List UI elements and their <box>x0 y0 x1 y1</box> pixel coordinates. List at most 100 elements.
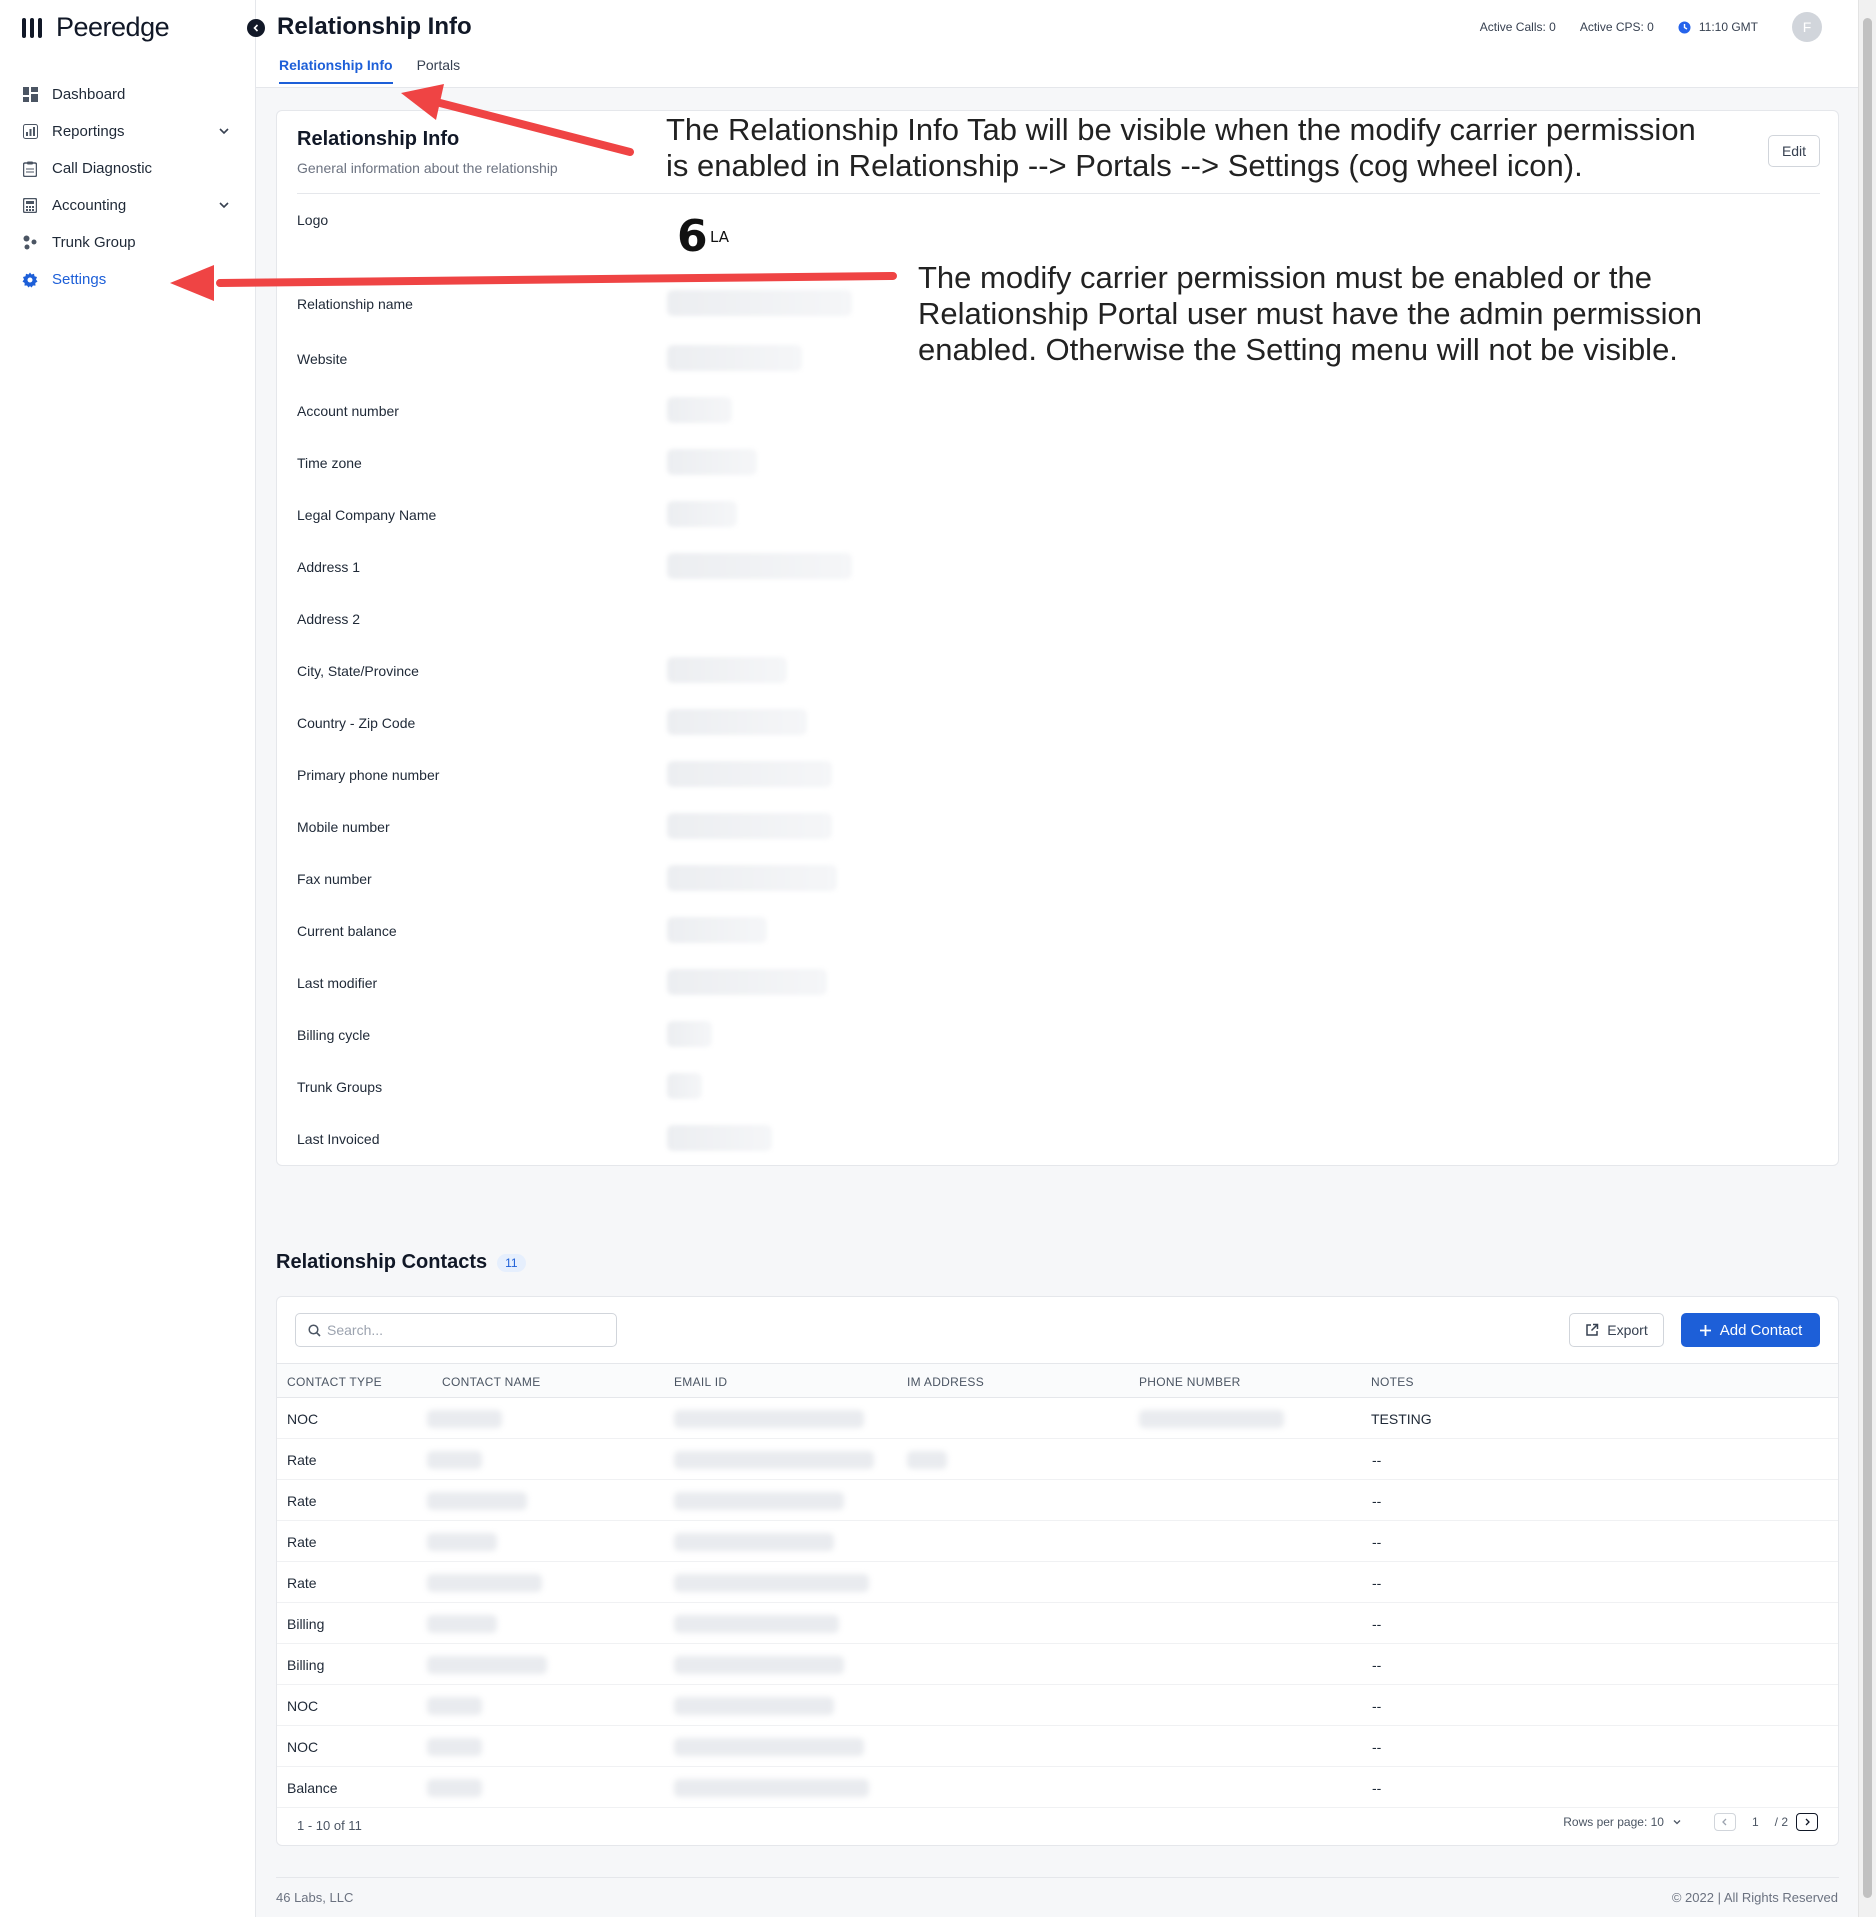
contact-type-cell: Rate <box>287 1534 317 1550</box>
table-row[interactable]: Rate -- <box>277 1480 1838 1521</box>
field-label: Time zone <box>297 455 362 471</box>
field-label: City, State/Province <box>297 663 419 679</box>
export-button[interactable]: Export <box>1569 1313 1664 1347</box>
avatar[interactable]: F <box>1792 12 1822 42</box>
trunk-icon <box>22 235 38 251</box>
active-calls-text: Active Calls: 0 <box>1479 20 1556 34</box>
relationship-logo: 6 <box>677 211 708 262</box>
clock: 11:10 GMT <box>1678 20 1758 34</box>
chevron-down-icon[interactable] <box>218 198 230 215</box>
field-label: Trunk Groups <box>297 1079 383 1095</box>
email-redacted <box>674 1451 874 1469</box>
sidebar-item-call-diagnostic[interactable]: Call Diagnostic <box>0 150 256 187</box>
annotation-line: The Relationship Info Tab will be visibl… <box>666 112 1696 147</box>
search-input[interactable] <box>327 1322 607 1338</box>
table-row[interactable]: NOC -- <box>277 1685 1838 1726</box>
table-row[interactable]: Rate -- <box>277 1439 1838 1480</box>
sidebar: Peeredge Dashboard Reportings Call Diagn… <box>0 0 256 1917</box>
collapse-sidebar-button[interactable] <box>247 19 265 37</box>
column-header[interactable]: IM ADDRESS <box>907 1375 984 1389</box>
search-box[interactable] <box>295 1313 617 1347</box>
external-link-icon <box>1586 1323 1599 1336</box>
field-value-redacted <box>667 657 787 683</box>
contact-name-redacted <box>427 1533 497 1551</box>
email-redacted <box>674 1779 869 1797</box>
next-page-button[interactable] <box>1796 1813 1818 1831</box>
clock-icon <box>1678 21 1691 33</box>
scrollbar-thumb[interactable] <box>1863 18 1872 1898</box>
status-bar: Active Calls: 0 Active CPS: 0 11:10 GMT … <box>1480 12 1822 42</box>
tab-relationship-info[interactable]: Relationship Info <box>279 57 393 84</box>
tab-portals[interactable]: Portals <box>417 57 461 84</box>
sidebar-nav: Dashboard Reportings Call Diagnostic Acc… <box>0 76 256 298</box>
table-row[interactable]: Rate -- <box>277 1562 1838 1603</box>
field-label: Address 2 <box>297 611 361 627</box>
contact-type-cell: Balance <box>287 1780 338 1796</box>
calculator-icon <box>22 198 38 214</box>
phone-redacted <box>1139 1410 1284 1428</box>
column-header[interactable]: NOTES <box>1371 1375 1414 1389</box>
sidebar-item-reportings[interactable]: Reportings <box>0 113 256 150</box>
notes-cell: -- <box>1372 1575 1382 1591</box>
brand-name: Peeredge <box>56 12 170 42</box>
column-header[interactable]: PHONE NUMBER <box>1139 1375 1241 1389</box>
prev-page-button[interactable] <box>1713 1813 1736 1831</box>
field-value-redacted <box>667 397 732 423</box>
brand-logo[interactable]: Peeredge <box>22 12 170 43</box>
contact-name-redacted <box>427 1574 542 1592</box>
column-header[interactable]: CONTACT TYPE <box>287 1375 382 1389</box>
notes-cell: -- <box>1372 1698 1382 1714</box>
column-header[interactable]: CONTACT NAME <box>442 1375 541 1389</box>
table-row[interactable]: NOC -- <box>277 1726 1838 1767</box>
sidebar-item-label: Reportings <box>52 123 125 140</box>
sidebar-item-accounting[interactable]: Accounting <box>0 187 256 224</box>
contact-type-cell: NOC <box>287 1739 319 1755</box>
rows-per-page-select[interactable]: Rows per page: 10 <box>1563 1815 1664 1829</box>
table-row[interactable]: Billing -- <box>277 1603 1838 1644</box>
edit-button[interactable]: Edit <box>1768 135 1820 167</box>
chevron-down-icon[interactable] <box>218 124 230 141</box>
table-row[interactable]: Rate -- <box>277 1521 1838 1562</box>
footer-company: 46 Labs, LLC <box>276 1890 354 1905</box>
sidebar-item-settings[interactable]: Settings <box>0 261 256 298</box>
field-value-redacted <box>667 709 807 735</box>
column-header[interactable]: EMAIL ID <box>674 1375 727 1389</box>
sidebar-item-trunk-group[interactable]: Trunk Group <box>0 224 256 261</box>
clipboard-icon <box>22 161 38 177</box>
table-row[interactable]: Billing -- <box>277 1644 1838 1685</box>
vertical-scrollbar[interactable] <box>1858 0 1876 1917</box>
field-label: Legal Company Name <box>297 507 437 523</box>
notes-cell: -- <box>1372 1616 1382 1632</box>
notes-cell: -- <box>1372 1657 1382 1673</box>
email-redacted <box>674 1533 834 1551</box>
table-row[interactable]: Balance -- <box>277 1767 1838 1808</box>
email-redacted <box>674 1574 869 1592</box>
notes-cell: TESTING <box>1371 1411 1432 1427</box>
field-value-redacted <box>667 1125 772 1151</box>
pagination: Rows per page: 10 1 / 2 <box>1563 1813 1818 1831</box>
contact-name-redacted <box>427 1615 497 1633</box>
table-header: CONTACT TYPE CONTACT NAME EMAIL ID IM AD… <box>277 1363 1838 1398</box>
current-page[interactable]: 1 <box>1752 1815 1759 1829</box>
notes-cell: -- <box>1372 1739 1382 1755</box>
export-label: Export <box>1607 1322 1648 1338</box>
notes-cell: -- <box>1372 1452 1382 1468</box>
chevron-down-icon[interactable] <box>1672 1817 1682 1827</box>
sidebar-item-label: Settings <box>52 271 107 288</box>
chevron-right-icon <box>1805 1818 1810 1826</box>
notes-cell: -- <box>1372 1493 1382 1509</box>
sidebar-item-label: Trunk Group <box>52 234 136 251</box>
add-contact-button[interactable]: Add Contact <box>1681 1313 1820 1347</box>
count-badge: 11 <box>497 1253 526 1272</box>
field-label: Last Invoiced <box>297 1131 380 1147</box>
table-row[interactable]: NOC TESTING <box>277 1398 1838 1439</box>
contact-name-redacted <box>427 1738 482 1756</box>
sidebar-item-dashboard[interactable]: Dashboard <box>0 76 256 113</box>
card-title: Relationship Info <box>297 128 460 150</box>
contact-type-cell: Billing <box>287 1657 325 1673</box>
table-footer: 1 - 10 of 11 Rows per page: 10 1 / 2 <box>277 1805 1838 1845</box>
top-header: Relationship Info Relationship Info Port… <box>256 0 1858 88</box>
peeredge-logo-icon <box>22 14 46 42</box>
footer-divider <box>276 1877 1839 1878</box>
field-value-redacted <box>667 917 767 943</box>
